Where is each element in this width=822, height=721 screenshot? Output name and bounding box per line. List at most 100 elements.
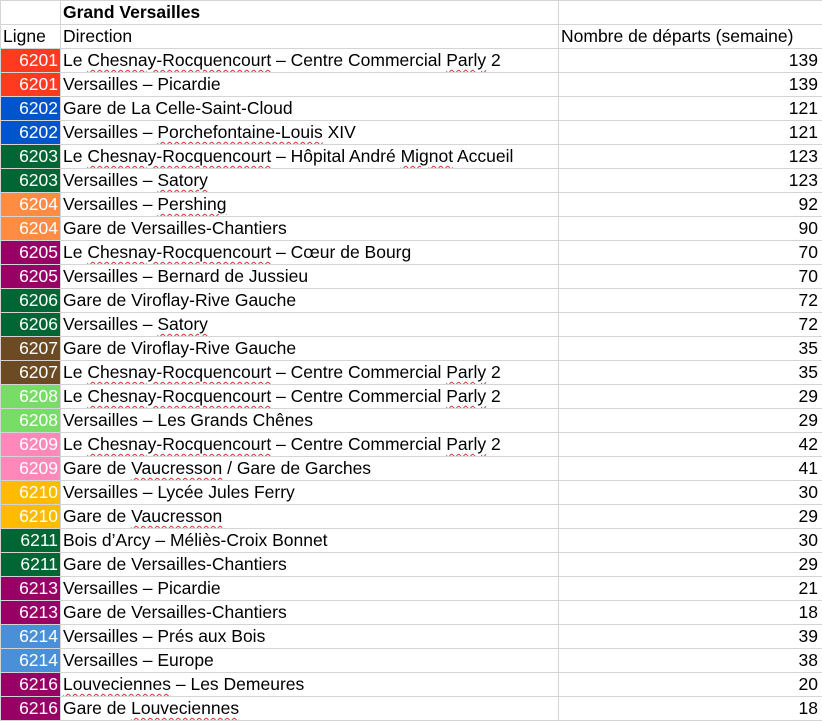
direction-cell[interactable]: Le Chesnay-Rocquencourt – Cœur de Bourg (60, 240, 559, 265)
departures-cell[interactable]: 139 (558, 72, 822, 97)
header-line[interactable]: Ligne (0, 24, 61, 49)
direction-cell[interactable]: Versailles – Europe (60, 648, 559, 673)
direction-cell[interactable]: Bois d’Arcy – Méliès-Croix Bonnet (60, 528, 559, 553)
line-number-cell[interactable]: 6202 (0, 96, 61, 121)
line-number-cell[interactable]: 6204 (0, 216, 61, 241)
direction-cell[interactable]: Versailles – Pershing (60, 192, 559, 217)
direction-cell[interactable]: Gare de Louveciennes (60, 696, 559, 721)
line-number-cell[interactable]: 6211 (0, 528, 61, 553)
line-number-cell[interactable]: 6203 (0, 144, 61, 169)
direction-cell[interactable]: Le Chesnay-Rocquencourt – Centre Commerc… (60, 432, 559, 457)
table-row: 6216 Louveciennes – Les Demeures 20 (0, 672, 822, 697)
departures-cell[interactable]: 35 (558, 360, 822, 385)
direction-cell[interactable]: Versailles – Prés aux Bois (60, 624, 559, 649)
line-number-cell[interactable]: 6214 (0, 624, 61, 649)
line-number-cell[interactable]: 6210 (0, 504, 61, 529)
line-number-cell[interactable]: 6214 (0, 648, 61, 673)
departures-cell[interactable]: 18 (558, 600, 822, 625)
direction-text: Gare de Versailles-Chantiers (63, 218, 287, 238)
direction-cell[interactable]: Gare de Versailles-Chantiers (60, 216, 559, 241)
line-number-cell[interactable]: 6201 (0, 72, 61, 97)
line-number-cell[interactable]: 6206 (0, 312, 61, 337)
direction-cell[interactable]: Versailles – Satory (60, 312, 559, 337)
departures-cell[interactable]: 123 (558, 168, 822, 193)
direction-cell[interactable]: Le Chesnay-Rocquencourt – Centre Commerc… (60, 384, 559, 409)
line-number-cell[interactable]: 6204 (0, 192, 61, 217)
line-number-cell[interactable]: 6201 (0, 48, 61, 73)
line-number-cell[interactable]: 6213 (0, 576, 61, 601)
direction-cell[interactable]: Gare de La Celle-Saint-Cloud (60, 96, 559, 121)
line-number-cell[interactable]: 6209 (0, 456, 61, 481)
line-number-cell[interactable]: 6211 (0, 552, 61, 577)
direction-cell[interactable]: Louveciennes – Les Demeures (60, 672, 559, 697)
departures-cell[interactable]: 29 (558, 384, 822, 409)
departures-cell[interactable]: 18 (558, 696, 822, 721)
direction-text: Versailles – (63, 194, 158, 214)
departures-cell[interactable]: 30 (558, 480, 822, 505)
departures-cell[interactable]: 121 (558, 96, 822, 121)
header-departures[interactable]: Nombre de départs (semaine) (558, 24, 822, 49)
departures-cell[interactable]: 139 (558, 48, 822, 73)
line-number-cell[interactable]: 6205 (0, 264, 61, 289)
departures-cell[interactable]: 38 (558, 648, 822, 673)
direction-text: Le (63, 386, 88, 406)
direction-cell[interactable]: Versailles – Satory (60, 168, 559, 193)
departures-cell[interactable]: 70 (558, 240, 822, 265)
direction-cell[interactable]: Le Chesnay-Rocquencourt – Centre Commerc… (60, 48, 559, 73)
table-row: 6209 Gare de Vaucresson / Gare de Garches… (0, 456, 822, 481)
departures-cell[interactable]: 29 (558, 504, 822, 529)
line-number-cell[interactable]: 6206 (0, 288, 61, 313)
departures-cell[interactable]: 42 (558, 432, 822, 457)
direction-cell[interactable]: Versailles – Porchefontaine-Louis XIV (60, 120, 559, 145)
direction-cell[interactable]: Versailles – Picardie (60, 576, 559, 601)
line-number-cell[interactable]: 6208 (0, 408, 61, 433)
line-number-cell[interactable]: 6209 (0, 432, 61, 457)
blank-cell[interactable] (558, 0, 822, 25)
departures-cell[interactable]: 72 (558, 288, 822, 313)
direction-cell[interactable]: Versailles – Picardie (60, 72, 559, 97)
direction-cell[interactable]: Gare de Vaucresson / Gare de Garches (60, 456, 559, 481)
line-number-cell[interactable]: 6202 (0, 120, 61, 145)
line-number-cell[interactable]: 6208 (0, 384, 61, 409)
direction-text: Accueil (453, 146, 514, 166)
direction-cell[interactable]: Le Chesnay-Rocquencourt – Centre Commerc… (60, 360, 559, 385)
departures-cell[interactable]: 41 (558, 456, 822, 481)
departures-cell[interactable]: 21 (558, 576, 822, 601)
direction-cell[interactable]: Gare de Viroflay-Rive Gauche (60, 336, 559, 361)
direction-cell[interactable]: Versailles – Bernard de Jussieu (60, 264, 559, 289)
departures-cell[interactable]: 39 (558, 624, 822, 649)
spellcheck-word: Chesnay-Rocquencourt (87, 386, 272, 406)
departures-cell[interactable]: 92 (558, 192, 822, 217)
direction-cell[interactable]: Le Chesnay-Rocquencourt – Hôpital André … (60, 144, 559, 169)
direction-cell[interactable]: Gare de Versailles-Chantiers (60, 600, 559, 625)
departures-cell[interactable]: 90 (558, 216, 822, 241)
direction-cell[interactable]: Gare de Viroflay-Rive Gauche (60, 288, 559, 313)
direction-cell[interactable]: Gare de Vaucresson (60, 504, 559, 529)
line-number-cell[interactable]: 6213 (0, 600, 61, 625)
line-number-cell[interactable]: 6207 (0, 360, 61, 385)
departures-cell[interactable]: 72 (558, 312, 822, 337)
departures-cell[interactable]: 29 (558, 408, 822, 433)
line-number-cell[interactable]: 6210 (0, 480, 61, 505)
direction-cell[interactable]: Versailles – Les Grands Chênes (60, 408, 559, 433)
line-number-cell[interactable]: 6203 (0, 168, 61, 193)
direction-cell[interactable]: Versailles – Lycée Jules Ferry (60, 480, 559, 505)
departures-cell[interactable]: 121 (558, 120, 822, 145)
line-number-cell[interactable]: 6207 (0, 336, 61, 361)
table-row: 6201 Le Chesnay-Rocquencourt – Centre Com… (0, 48, 822, 73)
departures-cell[interactable]: 70 (558, 264, 822, 289)
direction-cell[interactable]: Gare de Versailles-Chantiers (60, 552, 559, 577)
departures-cell[interactable]: 30 (558, 528, 822, 553)
line-number-cell[interactable]: 6216 (0, 696, 61, 721)
direction-text: Bois d’Arcy – Méliès-Croix Bonnet (63, 530, 328, 550)
header-direction[interactable]: Direction (60, 24, 559, 49)
departures-cell[interactable]: 29 (558, 552, 822, 577)
line-number-cell[interactable]: 6216 (0, 672, 61, 697)
departures-cell[interactable]: 35 (558, 336, 822, 361)
departures-cell[interactable]: 123 (558, 144, 822, 169)
blank-cell[interactable] (0, 0, 61, 25)
departures-cell[interactable]: 20 (558, 672, 822, 697)
line-number-cell[interactable]: 6205 (0, 240, 61, 265)
table-row: 6201 Versailles – Picardie 139 (0, 72, 822, 97)
sheet-title[interactable]: Grand Versailles (60, 0, 559, 25)
